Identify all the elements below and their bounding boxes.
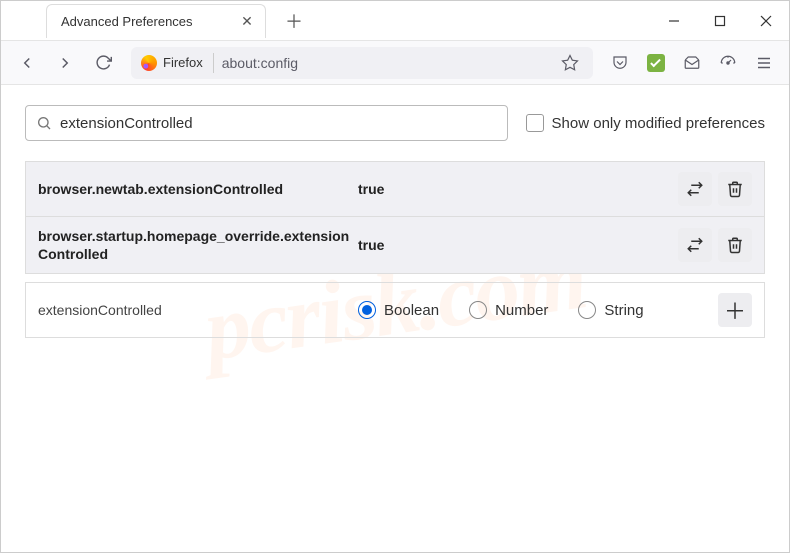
radio-label: Boolean <box>384 302 439 319</box>
checkbox-icon <box>526 114 544 132</box>
pref-name: browser.startup.homepage_override.extens… <box>38 227 358 263</box>
titlebar: Advanced Preferences ✕ ＋ <box>1 1 789 41</box>
pref-row: browser.newtab.extensionControlled true <box>26 162 764 217</box>
pocket-icon[interactable] <box>605 48 635 78</box>
checkbox-label: Show only modified preferences <box>552 115 765 132</box>
search-row: Show only modified preferences <box>25 105 765 141</box>
toggle-button[interactable] <box>678 172 712 206</box>
identity-label: Firefox <box>163 55 203 70</box>
pref-value: true <box>358 237 678 253</box>
menu-button[interactable] <box>749 48 779 78</box>
new-pref-row: extensionControlled Boolean Number Strin… <box>25 282 765 338</box>
radio-label: Number <box>495 302 548 319</box>
radio-boolean[interactable]: Boolean <box>358 301 439 319</box>
close-window-button[interactable] <box>743 1 789 41</box>
address-bar[interactable]: Firefox about:config <box>131 47 593 79</box>
forward-button[interactable] <box>49 47 81 79</box>
minimize-button[interactable] <box>651 1 697 41</box>
show-modified-checkbox[interactable]: Show only modified preferences <box>526 114 765 132</box>
search-icon <box>36 115 52 131</box>
site-identity[interactable]: Firefox <box>139 53 214 73</box>
bookmark-star-icon[interactable] <box>555 48 585 78</box>
radio-string[interactable]: String <box>578 301 643 319</box>
pref-name: browser.newtab.extensionControlled <box>38 180 358 198</box>
type-radio-group: Boolean Number String <box>358 301 718 319</box>
dashboard-icon[interactable] <box>713 48 743 78</box>
radio-number[interactable]: Number <box>469 301 548 319</box>
delete-button[interactable] <box>718 172 752 206</box>
new-pref-name: extensionControlled <box>38 302 358 318</box>
maximize-button[interactable] <box>697 1 743 41</box>
extension-icon[interactable] <box>641 48 671 78</box>
pref-table: browser.newtab.extensionControlled true … <box>25 161 765 274</box>
back-button[interactable] <box>11 47 43 79</box>
toggle-button[interactable] <box>678 228 712 262</box>
toolbar: Firefox about:config <box>1 41 789 85</box>
about-config-content: Show only modified preferences browser.n… <box>1 85 789 358</box>
firefox-icon <box>141 55 157 71</box>
url-text: about:config <box>222 55 547 71</box>
radio-icon <box>578 301 596 319</box>
radio-icon <box>358 301 376 319</box>
close-tab-icon[interactable]: ✕ <box>239 13 255 29</box>
window-controls <box>651 1 789 41</box>
add-button[interactable]: ＋ <box>718 293 752 327</box>
pref-row: browser.startup.homepage_override.extens… <box>26 217 764 273</box>
delete-button[interactable] <box>718 228 752 262</box>
new-tab-button[interactable]: ＋ <box>280 7 308 35</box>
search-box[interactable] <box>25 105 508 141</box>
browser-tab[interactable]: Advanced Preferences ✕ <box>46 4 266 38</box>
tab-title: Advanced Preferences <box>61 14 239 29</box>
radio-label: String <box>604 302 643 319</box>
search-input[interactable] <box>60 115 497 132</box>
pref-value: true <box>358 181 678 197</box>
reload-button[interactable] <box>87 47 119 79</box>
radio-icon <box>469 301 487 319</box>
inbox-icon[interactable] <box>677 48 707 78</box>
